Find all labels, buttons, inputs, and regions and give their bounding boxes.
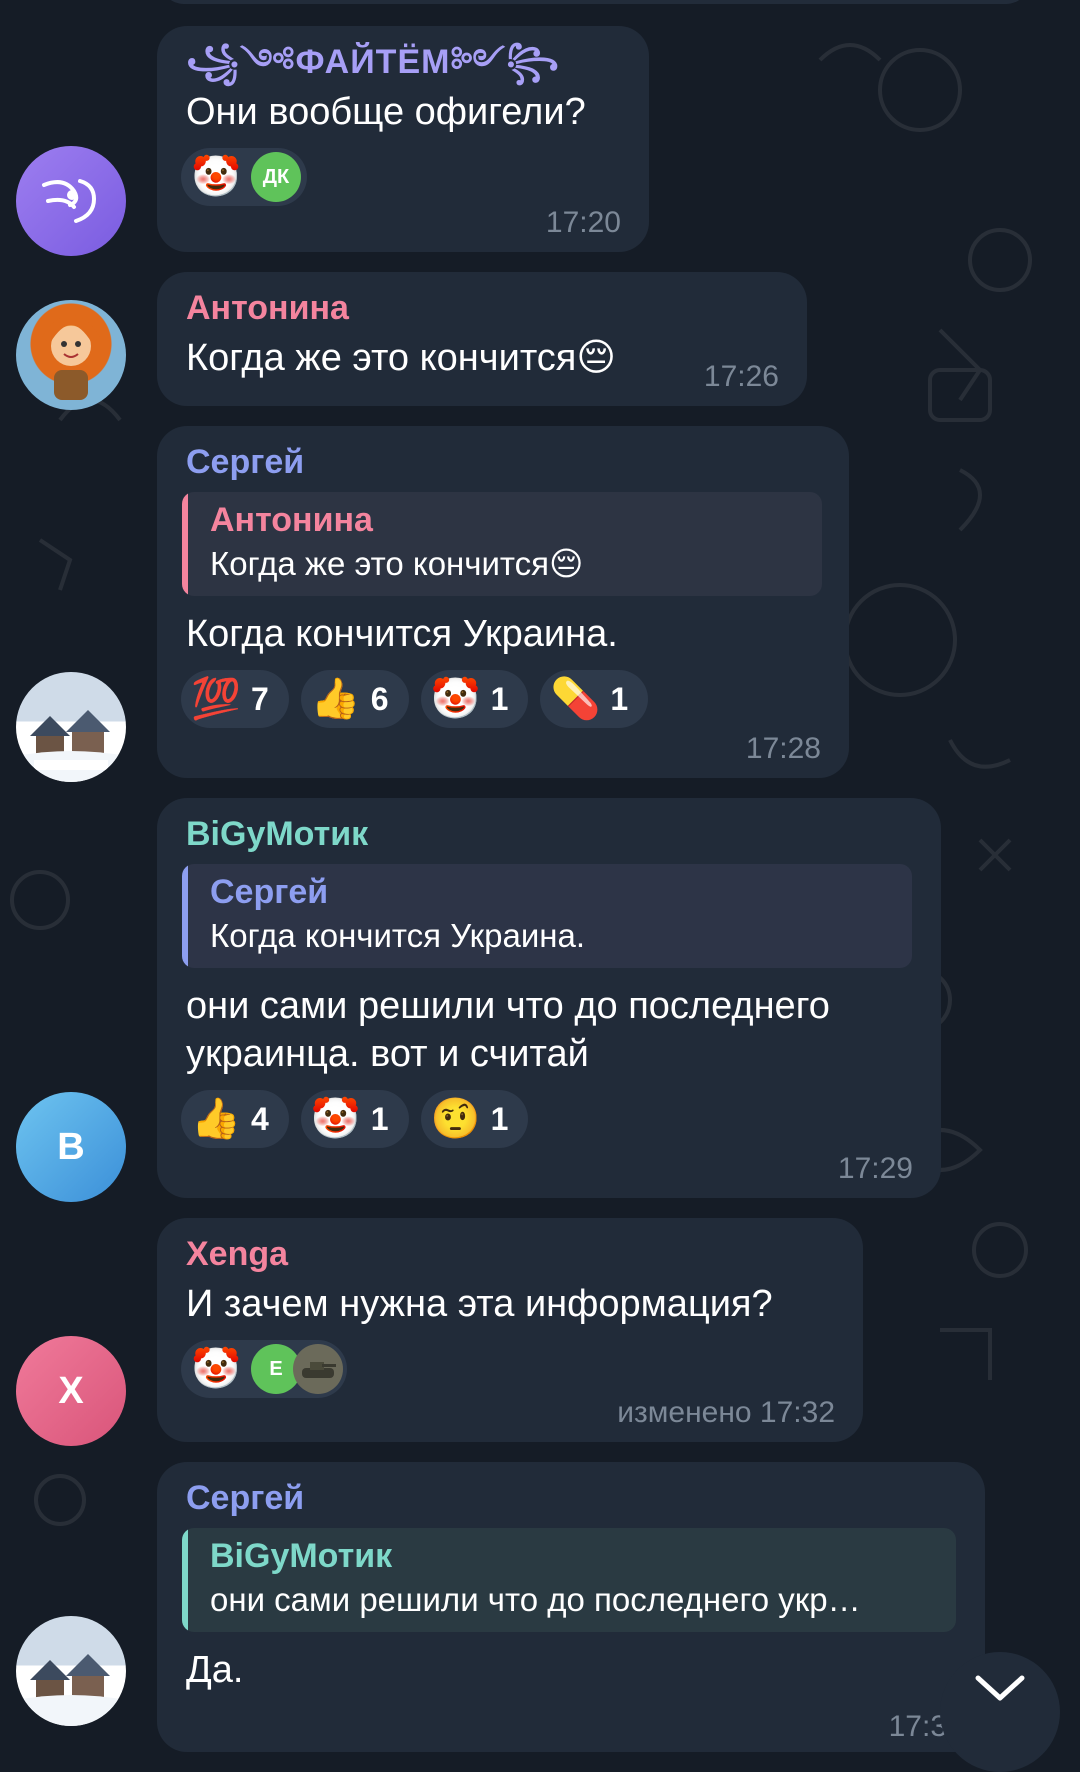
raised-eyebrow-icon: 🤨 [430, 1097, 481, 1141]
sender-name[interactable]: Xenga [186, 1232, 835, 1276]
reaction-thumbs-up[interactable]: 👍 6 [300, 670, 409, 728]
sender-name[interactable]: Сергей [186, 1476, 957, 1520]
reaction-clown[interactable]: 🤡 1 [420, 670, 529, 728]
reply-text: Когда же это кончится😔 [210, 545, 584, 582]
avatar[interactable] [16, 672, 126, 782]
reaction-count: 1 [610, 680, 629, 717]
message-text-line: они сами решили что до последнего [186, 985, 830, 1027]
ornament-icon [42, 179, 97, 223]
scroll-down-button[interactable] [940, 1652, 1060, 1772]
message-text: Они вообще офигели? [186, 91, 586, 133]
clown-icon: 🤡 [310, 1097, 361, 1141]
reactor-avatar: ДК [251, 152, 301, 202]
reaction-count: 1 [490, 1100, 509, 1137]
thumbs-up-icon: 👍 [191, 1097, 241, 1141]
reaction-pill[interactable]: 💊 1 [540, 670, 649, 728]
message-text: Да. [186, 1649, 244, 1691]
reply-quote[interactable]: Антонина Когда же это кончится😔 [182, 492, 822, 596]
avatar[interactable] [16, 1616, 126, 1726]
message-time: 17:20 [545, 206, 621, 239]
message-time: 17:28 [745, 732, 821, 765]
reply-quote[interactable]: Сергей Когда кончится Украина. [182, 864, 912, 968]
reply-sender: Сергей [210, 873, 329, 911]
sender-name[interactable]: Сергей [186, 440, 821, 484]
reaction-count: 6 [370, 680, 389, 717]
previous-message-edge [160, 0, 1030, 4]
reaction-thumbs-up[interactable]: 👍 4 [181, 1090, 289, 1148]
message-bubble[interactable]: Антонина Когда же это кончится😔 17:26 [157, 272, 807, 406]
reactions: 🤡 ДК [181, 148, 621, 206]
sender-name[interactable]: ꧁༺ФАЙТЁМ༻꧂ [186, 40, 621, 84]
clown-icon: 🤡 [191, 155, 241, 199]
message-bubble[interactable]: ꧁༺ФАЙТЁМ༻꧂ Они вообще офигели? 🤡 ДК 17:2… [157, 26, 649, 252]
message-text-line: украинца. вот и считай [186, 1033, 589, 1075]
pill-icon: 💊 [550, 677, 601, 721]
avatar[interactable]: X [16, 1336, 126, 1446]
avatar[interactable]: В [16, 1092, 126, 1202]
clown-icon: 🤡 [191, 1347, 241, 1391]
reaction-count: 1 [490, 680, 509, 717]
sender-name[interactable]: BiGyМотик [186, 812, 913, 856]
reaction-clown[interactable]: 🤡 ДК [181, 148, 307, 206]
sender-name[interactable]: Антонина [186, 286, 779, 330]
message-text: Когда же это кончится😔 [186, 337, 616, 379]
message-time: 17:3 [888, 1710, 947, 1743]
message-time: 17:26 [703, 360, 779, 393]
reaction-count: 4 [251, 1100, 269, 1137]
reply-sender: BiGyМотик [210, 1537, 393, 1575]
message-time: изменено 17:32 [617, 1396, 835, 1429]
reaction-count: 1 [370, 1100, 389, 1137]
reaction-raised-eyebrow[interactable]: 🤨 1 [420, 1090, 529, 1148]
message-text: Когда кончится Украина. [186, 613, 618, 655]
message-text: И зачем нужна эта информация? [186, 1283, 773, 1325]
winter-house-avatar [16, 1654, 126, 1726]
reply-sender: Антонина [210, 501, 373, 539]
avatar[interactable] [16, 300, 126, 410]
message-bubble[interactable]: Xenga И зачем нужна эта информация? 🤡 Е … [157, 1218, 863, 1442]
reply-text: они сами решили что до последнего укр… [210, 1581, 861, 1618]
reaction-clown[interactable]: 🤡 1 [300, 1090, 409, 1148]
reaction-count: 7 [251, 680, 269, 717]
message-time: 17:29 [837, 1152, 913, 1185]
avatar[interactable] [16, 146, 126, 256]
message-bubble[interactable]: Сергей Антонина Когда же это кончится😔 К… [157, 426, 849, 778]
reaction-100[interactable]: 💯 7 [181, 670, 289, 728]
reaction-clown[interactable]: 🤡 Е [181, 1340, 347, 1398]
reactions: 💯 7 👍 6 🤡 1 💊 1 [181, 670, 821, 728]
chevron-down-icon [975, 1675, 1025, 1701]
message-bubble[interactable]: BiGyМотик Сергей Когда кончится Украина.… [157, 798, 941, 1198]
reply-quote[interactable]: BiGyМотик они сами решили что до последн… [182, 1528, 956, 1632]
reply-text: Когда кончится Украина. [210, 917, 586, 954]
reactions: 👍 4 🤡 1 🤨 1 [181, 1090, 913, 1148]
reactions: 🤡 Е [181, 1340, 835, 1398]
hundred-icon: 💯 [191, 677, 241, 721]
clown-icon: 🤡 [430, 677, 481, 721]
tank-icon [302, 1362, 336, 1378]
winter-house-avatar [16, 710, 126, 782]
thumbs-up-icon: 👍 [310, 677, 361, 721]
doll-avatar [41, 315, 101, 400]
reactor-photo-avatar [293, 1344, 343, 1394]
message-bubble[interactable]: Сергей BiGyМотик они сами решили что до … [157, 1462, 985, 1752]
